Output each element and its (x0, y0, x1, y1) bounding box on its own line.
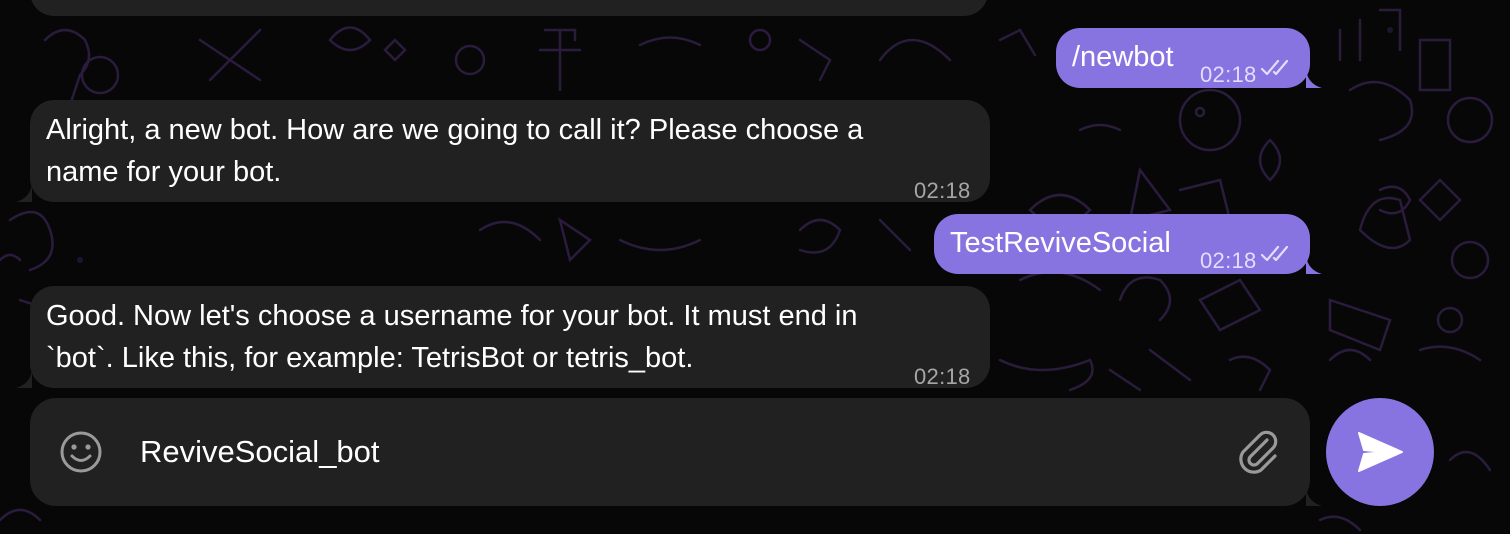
bubble-tail (16, 370, 32, 388)
message-text: Alright, a new bot. How are we going to … (46, 114, 864, 188)
bubble-tail (1306, 256, 1322, 274)
message-time: 02:18 (1200, 62, 1257, 87)
message-text: Good. Now let's choose a username for yo… (46, 300, 858, 374)
message-time: 02:18 (1200, 248, 1257, 273)
message-outgoing[interactable]: TestReviveSocial 02:18 (934, 214, 1310, 274)
bubble-tail (16, 184, 32, 202)
double-check-icon (1260, 59, 1289, 76)
message-time: 02:18 (914, 364, 971, 389)
message-text: /newbot (1072, 41, 1174, 73)
paperclip-icon[interactable] (1233, 426, 1281, 476)
send-button[interactable] (1326, 398, 1434, 506)
message-composer (30, 398, 1310, 506)
message-incoming[interactable]: 02:18 (30, 0, 988, 16)
message-incoming[interactable]: Good. Now let's choose a username for yo… (30, 286, 990, 389)
message-text: TestReviveSocial (950, 227, 1171, 259)
composer-tail (1306, 488, 1322, 506)
bubble-tail (1306, 70, 1322, 88)
smiley-icon[interactable] (58, 429, 104, 475)
message-outgoing[interactable]: /newbot 02:18 (1056, 28, 1310, 88)
message-incoming[interactable]: Alright, a new bot. How are we going to … (30, 100, 990, 203)
message-input[interactable] (140, 428, 1200, 476)
message-time: 02:18 (914, 178, 971, 203)
double-check-icon (1260, 245, 1289, 262)
send-arrow-icon (1358, 432, 1403, 472)
message-time: 02:18 (914, 0, 971, 14)
